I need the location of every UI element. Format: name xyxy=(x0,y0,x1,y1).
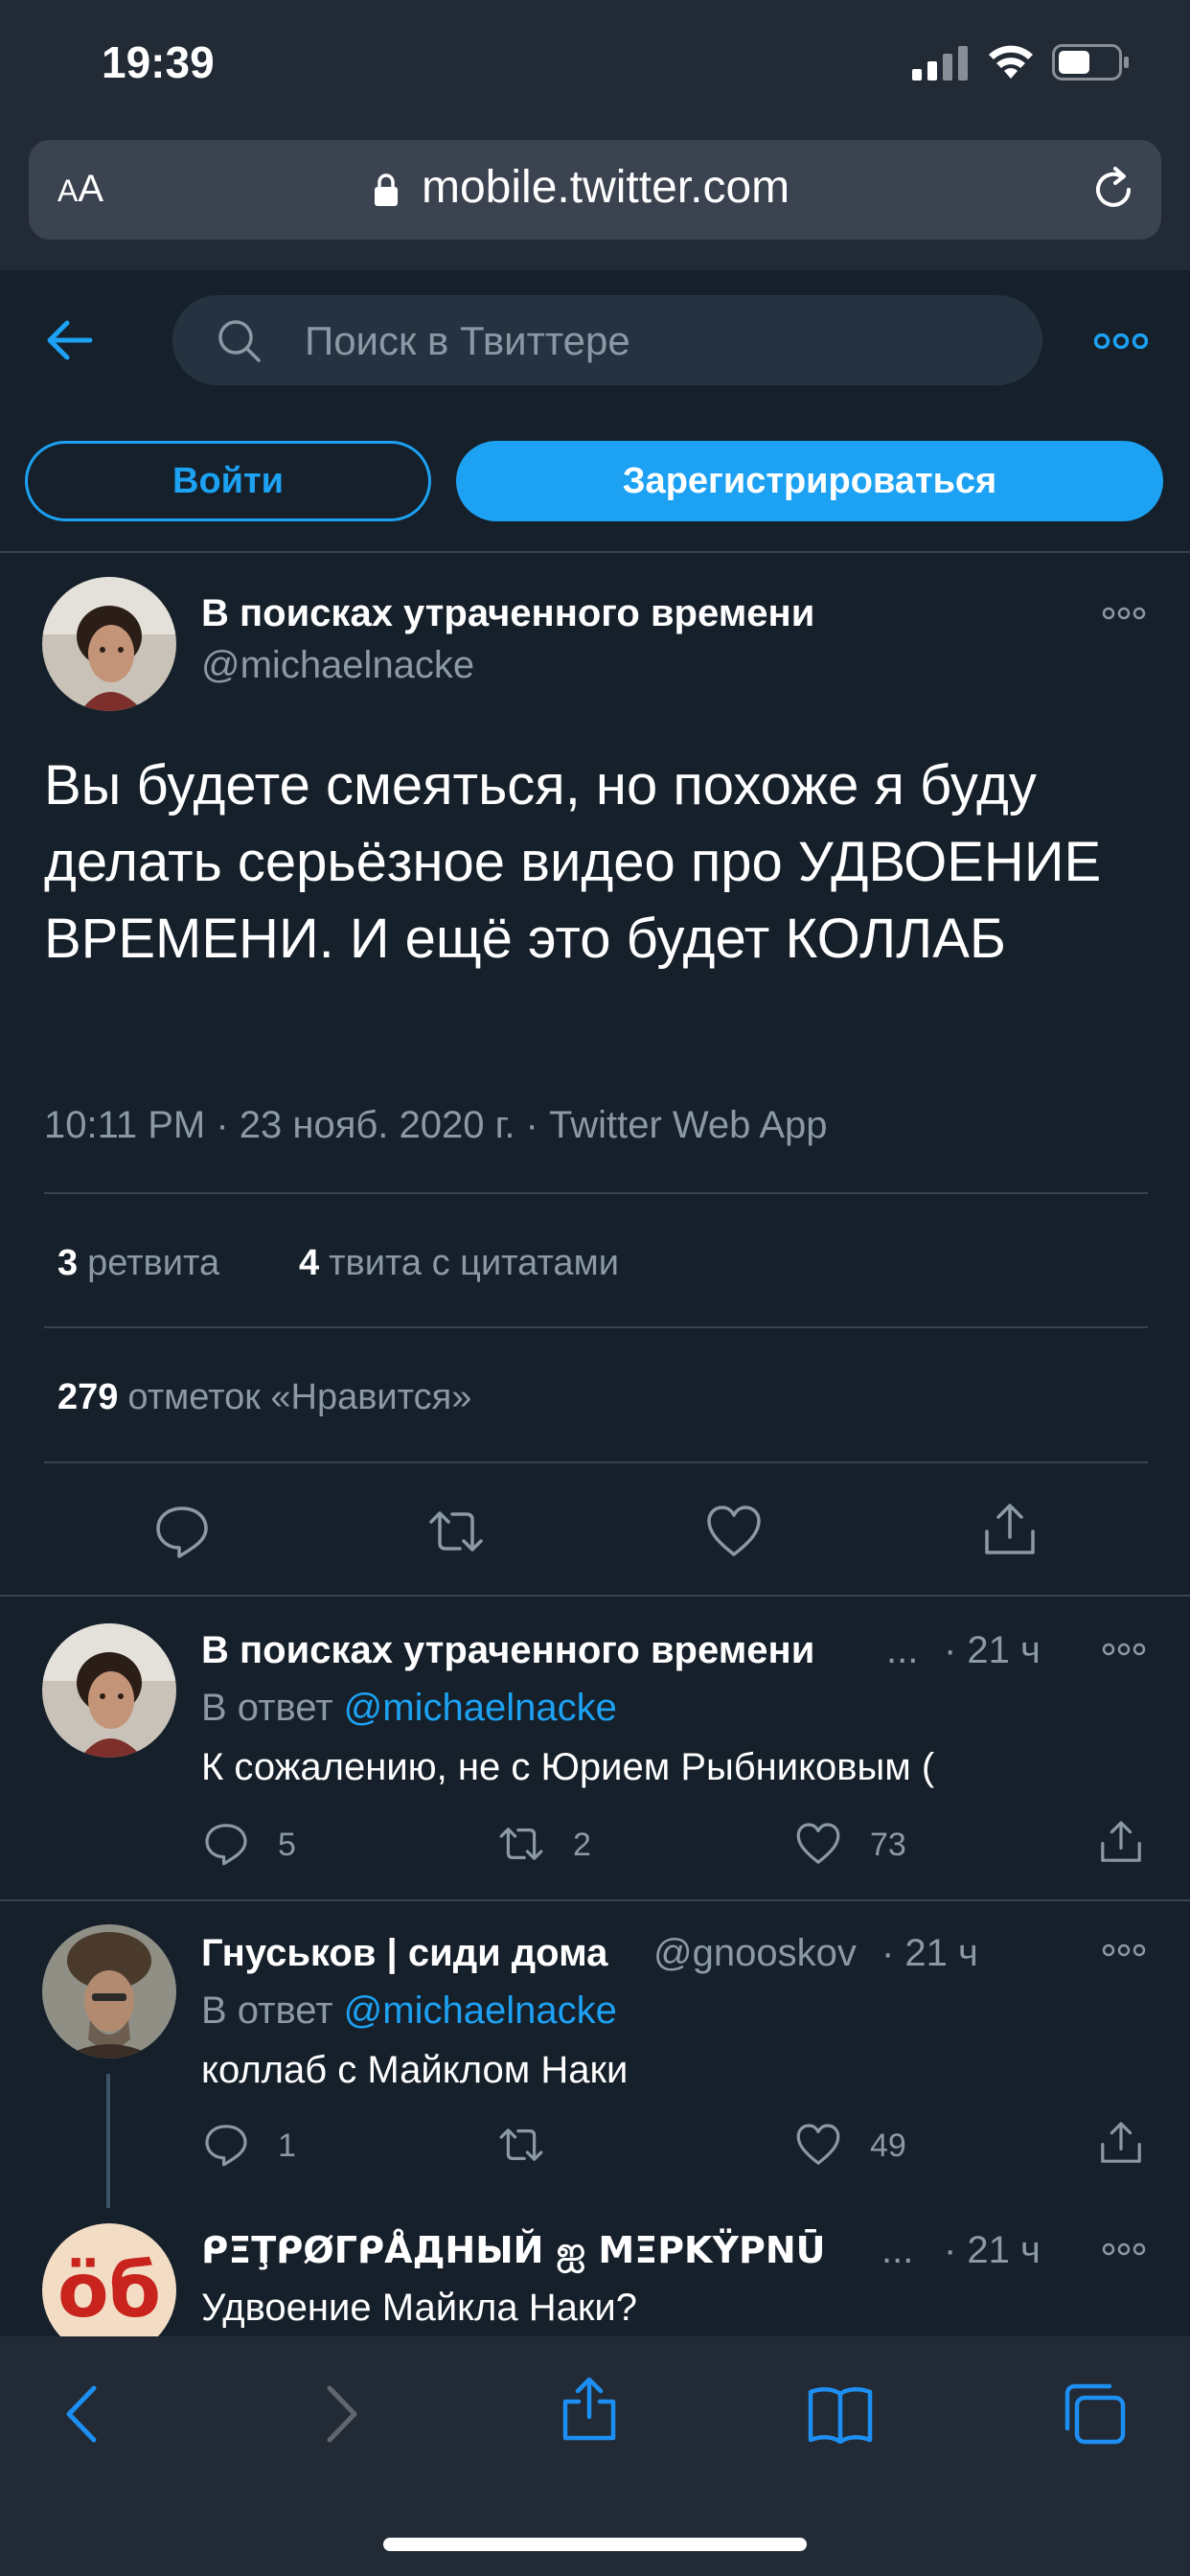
browser-share-icon[interactable] xyxy=(556,2375,623,2442)
share-icon[interactable] xyxy=(1098,2120,1144,2166)
share-icon[interactable] xyxy=(981,1501,1039,1558)
retweet-icon[interactable] xyxy=(498,2122,544,2168)
tweet-author-name[interactable]: В поисках утраченного времени xyxy=(201,592,814,635)
status-time: 19:39 xyxy=(102,37,215,87)
name-ellipsis: ... xyxy=(886,1629,919,1671)
like-count: 73 xyxy=(870,1827,906,1863)
browser-forward-icon[interactable] xyxy=(307,2380,374,2448)
retweet-count: 2 xyxy=(573,1827,591,1863)
reply-author-handle[interactable]: @gnooskov xyxy=(653,1932,857,1975)
screen: 19:39 AA mobile.twitter.com Вой xyxy=(0,0,1190,2576)
cellular-signal-icon xyxy=(912,46,968,80)
reply-more-icon[interactable] xyxy=(1102,2242,1146,2256)
battery-icon xyxy=(1052,44,1129,80)
search-icon xyxy=(218,320,261,362)
thread-connector xyxy=(106,2074,110,2208)
retweets-stat[interactable]: 3 ретвита xyxy=(57,1243,219,1284)
reply-to-line: В ответ @michaelnacke xyxy=(201,1687,617,1729)
reply-author-name[interactable]: Гнуськов | сиди дома xyxy=(201,1932,607,1975)
reply-count: 5 xyxy=(278,1827,296,1863)
author-avatar[interactable] xyxy=(42,577,176,711)
mention-link[interactable]: @michaelnacke xyxy=(344,1687,617,1729)
reply-icon[interactable] xyxy=(203,2122,249,2168)
reply-avatar[interactable] xyxy=(42,1924,176,2058)
reply-text: К сожалению, не с Юрием Рыбниковым ( xyxy=(201,1746,935,1788)
divider xyxy=(0,1899,1190,1901)
signup-button[interactable]: Зарегистрироваться xyxy=(456,441,1163,521)
name-ellipsis: ... xyxy=(881,2229,914,2271)
divider xyxy=(0,551,1190,553)
share-icon[interactable] xyxy=(1098,1819,1144,1865)
tweet-more-icon[interactable] xyxy=(1102,607,1146,620)
tabs-icon[interactable] xyxy=(1062,2380,1129,2448)
likes-stat[interactable]: 279 отметок «Нравится» xyxy=(57,1377,471,1418)
wifi-icon xyxy=(989,45,1033,79)
reply-to-line: В ответ @michaelnacke xyxy=(201,1990,617,2032)
divider xyxy=(44,1461,1148,1463)
back-arrow-icon[interactable] xyxy=(44,316,94,364)
search-input[interactable] xyxy=(305,312,1014,370)
tweet-author-handle[interactable]: @michaelnacke xyxy=(201,644,474,687)
reply-more-icon[interactable] xyxy=(1102,1643,1146,1656)
login-button[interactable]: Войти xyxy=(25,441,431,521)
more-options-icon[interactable] xyxy=(1094,334,1148,349)
reply-author-name[interactable]: В поисках утраченного времени xyxy=(201,1629,814,1672)
like-icon[interactable] xyxy=(795,1821,841,1867)
reply-time[interactable]: · 21 ч xyxy=(944,2229,1041,2272)
tweet-text: Вы будете смеяться, но похоже я буду дел… xyxy=(44,754,1102,970)
text-size-button[interactable]: AA xyxy=(57,168,103,211)
reply-text: коллаб с Майклом Наки xyxy=(201,2049,629,2091)
reply-time[interactable]: · 21 ч xyxy=(881,1932,978,1975)
retweet-icon[interactable] xyxy=(498,1821,544,1867)
divider xyxy=(44,1326,1148,1328)
reload-icon[interactable] xyxy=(1087,163,1140,217)
avatar-text: öб xyxy=(57,2248,162,2334)
divider xyxy=(44,1192,1148,1194)
retweet-icon[interactable] xyxy=(427,1503,485,1560)
reply-icon[interactable] xyxy=(153,1503,211,1560)
reply-avatar[interactable] xyxy=(42,1623,176,1758)
reply-more-icon[interactable] xyxy=(1102,1944,1146,1957)
bookmarks-icon[interactable] xyxy=(807,2380,874,2448)
reply-text: Удвоение Майкла Наки? xyxy=(201,2287,637,2329)
divider xyxy=(0,1595,1190,1597)
like-icon[interactable] xyxy=(705,1503,763,1560)
reply-icon[interactable] xyxy=(203,1821,249,1867)
quotes-stat[interactable]: 4 твита с цитатами xyxy=(299,1243,619,1284)
reply-time[interactable]: · 21 ч xyxy=(944,1629,1041,1672)
lock-icon xyxy=(375,173,398,206)
reply-count: 1 xyxy=(278,2128,296,2164)
like-icon[interactable] xyxy=(795,2122,841,2168)
like-count: 49 xyxy=(870,2128,906,2164)
home-indicator xyxy=(383,2538,807,2551)
mention-link[interactable]: @michaelnacke xyxy=(344,1990,617,2032)
url-text[interactable]: mobile.twitter.com xyxy=(422,161,790,214)
tweet-meta: 10:11 PM · 23 нояб. 2020 г. · Twitter We… xyxy=(44,1104,828,1146)
browser-back-icon[interactable] xyxy=(50,2380,117,2448)
reply-author-name[interactable]: ᑭΞŢᑭØΓᑭÅДНЫЙ ஐ MΞPKŸPNŪ xyxy=(201,2229,826,2277)
